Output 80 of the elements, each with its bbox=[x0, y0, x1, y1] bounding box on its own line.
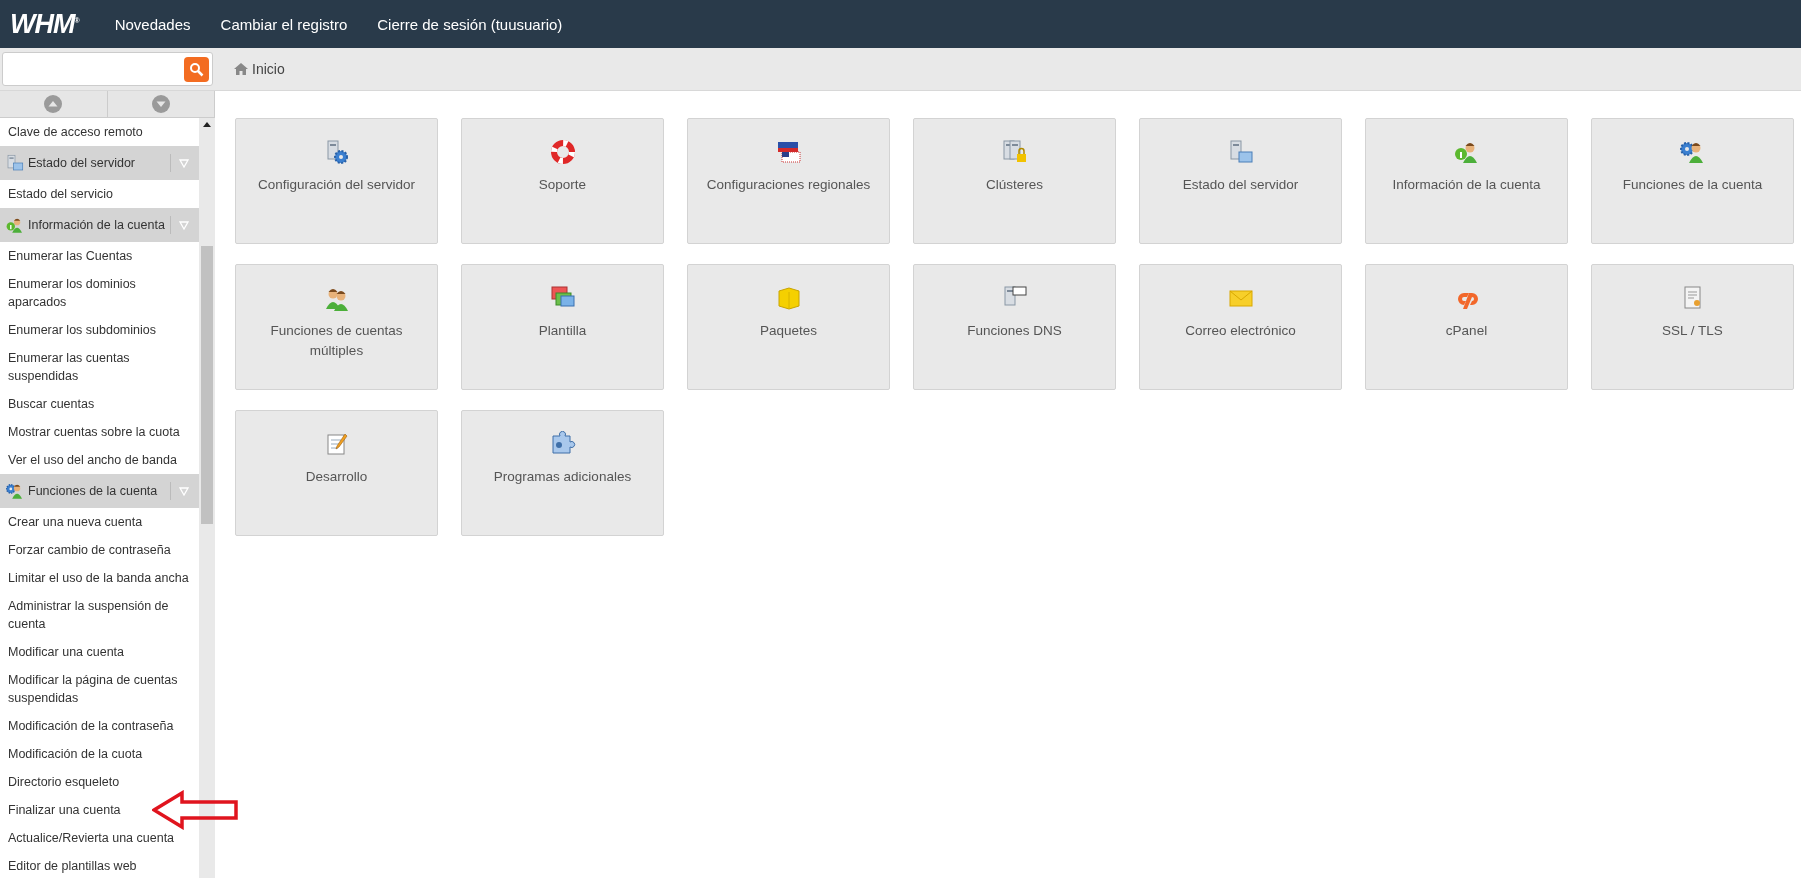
sidebar-section-header[interactable]: Funciones de la cuenta bbox=[0, 474, 199, 508]
search-button[interactable] bbox=[184, 56, 209, 82]
scrollbar-thumb[interactable] bbox=[201, 246, 213, 524]
sidebar-link[interactable]: Modificación de la cuota bbox=[0, 740, 199, 768]
caret-icon bbox=[179, 486, 189, 496]
sidebar-link[interactable]: Enumerar los subdominios bbox=[0, 316, 199, 344]
category-tile[interactable]: Funciones de la cuenta bbox=[1591, 118, 1794, 244]
sidebar-link[interactable]: Editor de plantillas web bbox=[0, 852, 199, 878]
category-tile[interactable]: Estado del servidor bbox=[1139, 118, 1342, 244]
category-tile[interactable]: Información de la cuenta bbox=[1365, 118, 1568, 244]
caret-icon bbox=[179, 220, 189, 230]
tile-label: Información de la cuenta bbox=[1391, 176, 1542, 194]
sidebar-link[interactable]: Enumerar las cuentas suspendidas bbox=[0, 344, 199, 390]
tile-label: Programas adicionales bbox=[492, 468, 633, 486]
sidebar-link[interactable]: Ver el uso del ancho de banda bbox=[0, 446, 199, 474]
category-tile[interactable]: Desarrollo bbox=[235, 410, 438, 536]
gear-user-icon bbox=[5, 481, 25, 501]
box-icon bbox=[775, 285, 802, 311]
sidebar-link[interactable]: Finalizar una cuenta bbox=[0, 796, 199, 824]
sidebar-section-header[interactable]: Estado del servidor bbox=[0, 146, 199, 180]
tile-label: cPanel bbox=[1444, 322, 1489, 340]
tile-label: Plantilla bbox=[537, 322, 588, 340]
server-monitor-icon bbox=[1227, 139, 1254, 165]
sidebar-link[interactable]: Clave de acceso remoto bbox=[0, 118, 199, 146]
tile-label: Funciones de cuentas múltiples bbox=[269, 322, 404, 360]
sidebar-link[interactable]: Estado del servicio bbox=[0, 180, 199, 208]
sidebar-link[interactable]: Enumerar las Cuentas bbox=[0, 242, 199, 270]
category-tile[interactable]: Clústeres bbox=[913, 118, 1116, 244]
category-tile[interactable]: cPanel bbox=[1365, 264, 1568, 390]
tile-label: Estado del servidor bbox=[1181, 176, 1300, 194]
category-tile[interactable]: Funciones de cuentas múltiples bbox=[235, 264, 438, 390]
tile-label: Clústeres bbox=[985, 176, 1044, 194]
sidebar-link[interactable]: Modificar la página de cuentas suspendidas bbox=[0, 666, 199, 712]
caret-icon bbox=[179, 158, 189, 168]
category-tile[interactable]: Paquetes bbox=[687, 264, 890, 390]
nav-link[interactable]: Cierre de sesión (tuusuario) bbox=[377, 15, 563, 33]
tile-label: Funciones de la cuenta bbox=[1621, 176, 1764, 194]
home-icon bbox=[233, 62, 249, 76]
sidebar-section-header[interactable]: Información de la cuenta bbox=[0, 208, 199, 242]
category-tile[interactable]: SSL / TLS bbox=[1591, 264, 1794, 390]
search-icon bbox=[189, 61, 204, 77]
logo[interactable]: WHM$^{®}$ bbox=[10, 8, 79, 40]
tile-label: Desarrollo bbox=[304, 468, 369, 486]
breadcrumb-link[interactable]: Inicio bbox=[233, 61, 285, 77]
category-tile[interactable]: Configuración del servidor bbox=[235, 118, 438, 244]
sidebar-link[interactable]: Forzar cambio de contraseña bbox=[0, 536, 199, 564]
category-tile[interactable]: Soporte bbox=[461, 118, 664, 244]
category-tile[interactable]: Plantilla bbox=[461, 264, 664, 390]
flag-icon bbox=[775, 139, 802, 165]
tile-label: Correo electrónico bbox=[1184, 322, 1297, 340]
tile-label: Paquetes bbox=[758, 322, 818, 340]
category-tile[interactable]: Programas adicionales bbox=[461, 410, 664, 536]
sidebar-link[interactable]: Enumerar los dominios aparcados bbox=[0, 270, 199, 316]
gear-user-icon bbox=[1679, 139, 1706, 165]
sidebar-link[interactable]: Administrar la suspensión de cuenta bbox=[0, 592, 199, 638]
server-lock-icon bbox=[1001, 139, 1028, 165]
nav-link[interactable]: Novedades bbox=[114, 15, 191, 33]
section-title: Información de la cuenta bbox=[28, 217, 166, 234]
tile-label: Configuraciones regionales bbox=[705, 176, 872, 194]
tile-label: SSL / TLS bbox=[1661, 322, 1724, 340]
category-tile[interactable]: Correo electrónico bbox=[1139, 264, 1342, 390]
sidebar-link[interactable]: Modificación de la contraseña bbox=[0, 712, 199, 740]
sidebar-link[interactable]: Directorio esqueleto bbox=[0, 768, 199, 796]
sidebar-link[interactable]: Buscar cuentas bbox=[0, 390, 199, 418]
puzzle-icon bbox=[549, 431, 576, 457]
search-field[interactable] bbox=[2, 52, 213, 86]
nav-link[interactable]: Cambiar el registro bbox=[220, 15, 348, 33]
tile-label: Soporte bbox=[537, 176, 588, 194]
sidebar-link[interactable]: Crear una nueva cuenta bbox=[0, 508, 199, 536]
category-tile[interactable]: Configuraciones regionales bbox=[687, 118, 890, 244]
category-tile[interactable]: Funciones DNS bbox=[913, 264, 1116, 390]
sidebar-link[interactable]: Mostrar cuentas sobre la cuota bbox=[0, 418, 199, 446]
sidebar-link[interactable]: Actualice/Revierta una cuenta bbox=[0, 824, 199, 852]
section-title: Estado del servidor bbox=[28, 155, 136, 172]
sidebar-link[interactable]: Modificar una cuenta bbox=[0, 638, 199, 666]
tile-label: Funciones DNS bbox=[966, 322, 1063, 340]
lifebuoy-icon bbox=[549, 139, 576, 165]
tile-label: Configuración del servidor bbox=[257, 176, 416, 194]
section-title: Funciones de la cuenta bbox=[28, 483, 159, 500]
sidebar-link[interactable]: Limitar el uso de la banda ancha bbox=[0, 564, 199, 592]
